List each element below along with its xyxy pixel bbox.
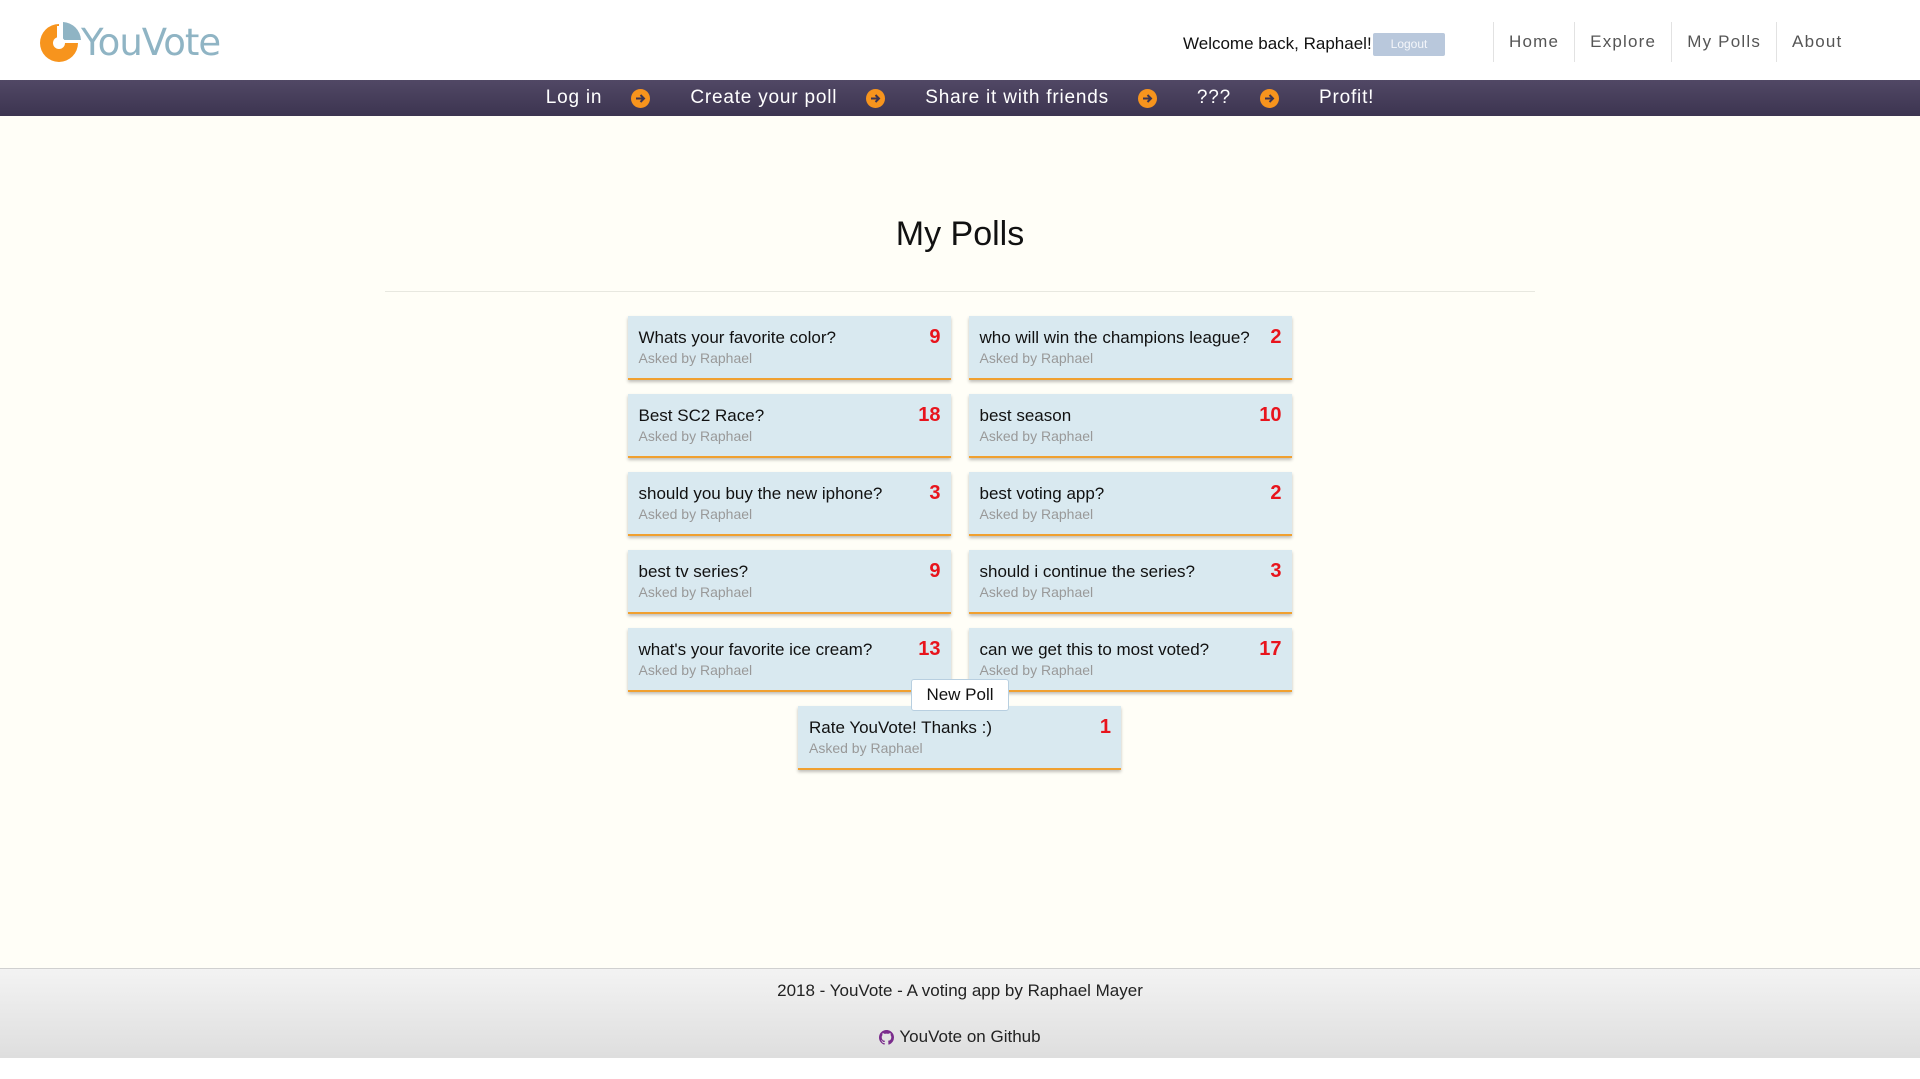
poll-question: what's your favorite ice cream?: [638, 640, 873, 659]
poll-question: who will win the champions league?: [979, 328, 1250, 347]
poll-author: Asked by Raphael: [979, 662, 1094, 678]
step-log-in: Log in: [545, 87, 603, 108]
poll-author: Asked by Raphael: [638, 350, 753, 366]
poll-question: Best SC2 Race?: [638, 406, 765, 425]
page-bottom: [0, 1058, 1920, 1079]
poll-question: can we get this to most voted?: [979, 640, 1210, 659]
poll-vote-count: 9: [929, 560, 941, 582]
github-link[interactable]: YouVote on Github: [0, 1027, 1920, 1047]
title-divider: [385, 291, 1535, 292]
arrow-right-icon: [1260, 88, 1280, 108]
site-header: YouVote Welcome back, Raphael! Logout Ho…: [0, 0, 1920, 80]
poll-vote-count: 1: [1099, 716, 1111, 738]
poll-vote-count: 2: [1270, 326, 1282, 348]
nav-my-polls[interactable]: My Polls: [1671, 22, 1776, 62]
poll-question: best voting app?: [979, 484, 1105, 503]
poll-vote-count: 3: [929, 482, 941, 504]
poll-author: Asked by Raphael: [979, 350, 1094, 366]
poll-card[interactable]: should i continue the series? Asked by R…: [968, 550, 1292, 614]
github-icon: [879, 1029, 895, 1045]
step-unknown: ???: [1196, 87, 1232, 108]
github-link-label: YouVote on Github: [899, 1027, 1041, 1046]
nav-about[interactable]: About: [1776, 22, 1857, 62]
poll-vote-count: 2: [1270, 482, 1282, 504]
poll-question: best tv series?: [638, 562, 749, 581]
poll-author: Asked by Raphael: [979, 428, 1094, 444]
poll-card[interactable]: who will win the champions league? Asked…: [968, 316, 1292, 380]
pie-chart-logo-icon: [40, 22, 81, 62]
poll-vote-count: 9: [929, 326, 941, 348]
poll-vote-count: 3: [1270, 560, 1282, 582]
footer-credits: 2018 - YouVote - A voting app by Raphael…: [777, 981, 1143, 1000]
poll-author: Asked by Raphael: [638, 662, 753, 678]
page-title: My Polls: [895, 215, 1025, 253]
step-profit: Profit!: [1319, 87, 1375, 108]
step-create-poll: Create your poll: [690, 87, 838, 108]
arrow-right-icon: [1137, 88, 1157, 108]
poll-card[interactable]: Rate YouVote! Thanks :) Asked by Raphael…: [798, 706, 1121, 770]
nav-home[interactable]: Home: [1493, 22, 1574, 62]
poll-question: best season: [979, 406, 1072, 425]
poll-question: should i continue the series?: [979, 562, 1195, 581]
poll-card[interactable]: Whats your favorite color? Asked by Raph…: [627, 316, 951, 380]
poll-author: Asked by Raphael: [979, 584, 1094, 600]
nav-explore[interactable]: Explore: [1574, 22, 1671, 62]
poll-question: should you buy the new iphone?: [638, 484, 883, 503]
poll-card[interactable]: can we get this to most voted? Asked by …: [968, 628, 1292, 692]
steps-banner: Log in Create your poll Share it with fr…: [0, 80, 1920, 116]
arrow-right-icon: [866, 88, 886, 108]
arrow-right-icon: [631, 88, 651, 108]
poll-author: Asked by Raphael: [979, 506, 1094, 522]
poll-card[interactable]: what's your favorite ice cream? Asked by…: [627, 628, 951, 692]
poll-author: Asked by Raphael: [638, 428, 753, 444]
new-poll-button[interactable]: New Poll: [911, 679, 1009, 711]
logo[interactable]: YouVote: [37, 20, 221, 66]
poll-question: Rate YouVote! Thanks :): [809, 718, 993, 737]
logo-text: YouVote: [81, 21, 221, 64]
poll-vote-count: 10: [1259, 404, 1282, 426]
poll-vote-count: 18: [918, 404, 941, 426]
poll-vote-count: 17: [1259, 638, 1282, 660]
poll-vote-count: 13: [918, 638, 941, 660]
poll-card[interactable]: best voting app? Asked by Raphael 2: [968, 472, 1292, 536]
poll-card[interactable]: should you buy the new iphone? Asked by …: [627, 472, 951, 536]
poll-card[interactable]: Best SC2 Race? Asked by Raphael 18: [627, 394, 951, 458]
step-share: Share it with friends: [925, 87, 1109, 108]
poll-question: Whats your favorite color?: [638, 328, 836, 347]
poll-author: Asked by Raphael: [809, 740, 923, 756]
poll-card[interactable]: best tv series? Asked by Raphael 9: [627, 550, 951, 614]
logout-button[interactable]: Logout: [1373, 33, 1445, 56]
poll-card[interactable]: best season Asked by Raphael 10: [968, 394, 1292, 458]
site-footer: 2018 - YouVote - A voting app by Raphael…: [0, 968, 1920, 1058]
poll-author: Asked by Raphael: [638, 506, 753, 522]
top-nav: Home Explore My Polls About: [1493, 22, 1857, 62]
poll-author: Asked by Raphael: [638, 584, 753, 600]
welcome-message: Welcome back, Raphael!: [1183, 34, 1372, 53]
main-content: My Polls Whats your favorite color? Aske…: [0, 116, 1920, 968]
